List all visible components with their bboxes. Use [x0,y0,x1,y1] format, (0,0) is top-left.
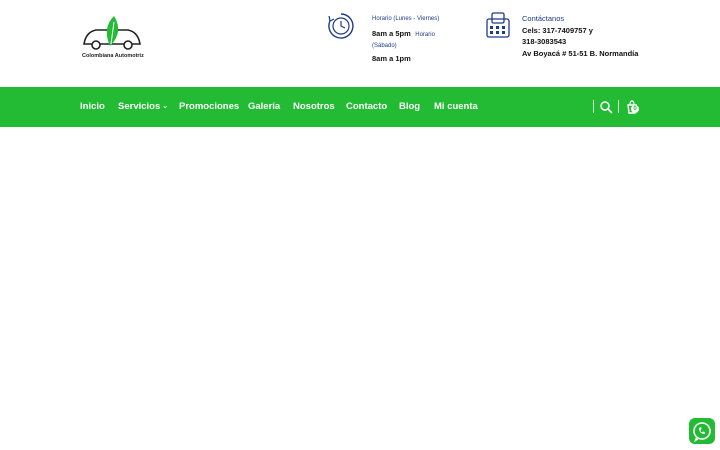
contact-phones-2: 318-3083543 [522,37,567,46]
nav-servicios[interactable]: Servicios ⌄ [118,101,168,112]
nav-servicios-label: Servicios [118,101,161,112]
contact-text: Contáctanos Cels: 317-7409757 y 318-3083… [522,13,652,59]
hours-saturday-time: 8am a 1pm [372,53,411,63]
phone-icon [486,12,510,38]
contact-block: Contáctanos Cels: 317-7409757 y 318-3083… [484,12,654,72]
contact-label: Contáctanos [522,14,565,23]
nav-nosotros[interactable]: Nosotros [293,101,335,112]
search-icon[interactable] [599,100,613,114]
hours-weekday-label: Horario (Lunes - Viernes) [372,16,440,22]
nav-galeria[interactable]: Galería [248,101,280,112]
nav-contacto[interactable]: Contacto [346,101,387,112]
contact-address: Av Boyacá # 51-51 B. Normandía [522,48,639,58]
site-logo[interactable]: Colombiana Automotriz [80,14,144,62]
cart-count-badge: 0 [631,105,639,113]
hours-text: Horario (Lunes - Viernes) 8am a 5pm Hora… [372,14,502,64]
hours-saturday-label: Horario [415,31,435,38]
clock-icon [328,13,354,39]
whatsapp-icon [693,422,711,443]
chevron-down-icon: ⌄ [162,103,169,110]
nav-promociones[interactable]: Promociones [179,101,239,112]
whatsapp-button[interactable] [689,418,715,444]
contact-phones-1: Cels: 317-7409757 y [522,25,593,35]
nav-inicio[interactable]: Inicio [80,101,105,112]
nav-divider [618,100,619,113]
site-header: Colombiana Automotriz Horario (Lunes - V… [0,0,720,87]
hours-weekday-row: 8am a 5pm Horario [372,26,502,42]
car-leaf-logo-icon [83,16,141,50]
main-navbar: Inicio Servicios ⌄ Promociones Galería No… [0,87,720,127]
hours-weekday-time: 8am a 5pm [372,28,411,38]
logo-text: Colombiana Automotriz [82,53,144,59]
nav-divider [593,100,594,113]
hours-block: Horario (Lunes - Viernes) 8am a 5pm Hora… [327,12,507,72]
nav-mi-cuenta[interactable]: Mi cuenta [434,101,478,112]
hours-saturday-sub: (Sábado) [372,43,397,49]
nav-blog[interactable]: Blog [399,101,420,112]
